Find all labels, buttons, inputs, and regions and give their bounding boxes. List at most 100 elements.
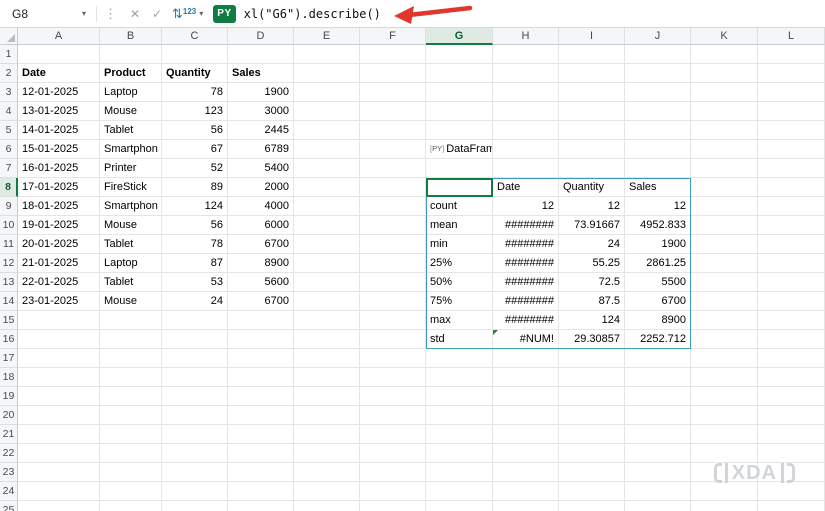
cell-I23[interactable] [559,463,625,482]
row-header-3[interactable]: 3 [0,83,18,102]
cell-G9[interactable]: count [426,197,493,216]
cell-G5[interactable] [426,121,493,140]
cell-C9[interactable]: 124 [162,197,228,216]
cell-B14[interactable]: Mouse [100,292,162,311]
cell-I15[interactable]: 124 [559,311,625,330]
cell-K9[interactable] [691,197,758,216]
cell-D7[interactable]: 5400 [228,159,294,178]
cell-F16[interactable] [360,330,426,349]
cell-A6[interactable]: 15-01-2025 [18,140,100,159]
cell-H23[interactable] [493,463,559,482]
row-header-6[interactable]: 6 [0,140,18,159]
cell-F23[interactable] [360,463,426,482]
cell-A19[interactable] [18,387,100,406]
cell-J17[interactable] [625,349,691,368]
cell-F8[interactable] [360,178,426,197]
cell-A20[interactable] [18,406,100,425]
cell-B20[interactable] [100,406,162,425]
cell-H17[interactable] [493,349,559,368]
cell-E25[interactable] [294,501,360,511]
cell-I20[interactable] [559,406,625,425]
cell-G14[interactable]: 75% [426,292,493,311]
row-header-13[interactable]: 13 [0,273,18,292]
cell-L1[interactable] [758,45,825,64]
cell-B19[interactable] [100,387,162,406]
cell-F25[interactable] [360,501,426,511]
cell-J20[interactable] [625,406,691,425]
cell-D22[interactable] [228,444,294,463]
cell-K18[interactable] [691,368,758,387]
cell-H4[interactable] [493,102,559,121]
cell-I22[interactable] [559,444,625,463]
column-header-I[interactable]: I [559,28,625,45]
column-header-A[interactable]: A [18,28,100,45]
cell-D3[interactable]: 1900 [228,83,294,102]
cell-F24[interactable] [360,482,426,501]
cell-I12[interactable]: 55.25 [559,254,625,273]
cell-I6[interactable] [559,140,625,159]
cell-J11[interactable]: 1900 [625,235,691,254]
cell-F14[interactable] [360,292,426,311]
cell-B17[interactable] [100,349,162,368]
cell-K15[interactable] [691,311,758,330]
cell-K19[interactable] [691,387,758,406]
row-header-19[interactable]: 19 [0,387,18,406]
cell-C6[interactable]: 67 [162,140,228,159]
cell-G20[interactable] [426,406,493,425]
cell-L19[interactable] [758,387,825,406]
cell-D5[interactable]: 2445 [228,121,294,140]
cell-F9[interactable] [360,197,426,216]
cell-L18[interactable] [758,368,825,387]
cell-L10[interactable] [758,216,825,235]
cell-D2[interactable]: Sales [228,64,294,83]
row-header-11[interactable]: 11 [0,235,18,254]
cell-I4[interactable] [559,102,625,121]
row-header-23[interactable]: 23 [0,463,18,482]
cell-I3[interactable] [559,83,625,102]
cell-L24[interactable] [758,482,825,501]
cell-E24[interactable] [294,482,360,501]
cell-J15[interactable]: 8900 [625,311,691,330]
cell-F6[interactable] [360,140,426,159]
cell-E15[interactable] [294,311,360,330]
cell-J25[interactable] [625,501,691,511]
cell-D13[interactable]: 5600 [228,273,294,292]
cell-E7[interactable] [294,159,360,178]
cell-A23[interactable] [18,463,100,482]
cell-E14[interactable] [294,292,360,311]
cell-H25[interactable] [493,501,559,511]
cell-D14[interactable]: 6700 [228,292,294,311]
cell-G21[interactable] [426,425,493,444]
cell-C19[interactable] [162,387,228,406]
cell-K14[interactable] [691,292,758,311]
cell-C11[interactable]: 78 [162,235,228,254]
cell-A4[interactable]: 13-01-2025 [18,102,100,121]
cell-L16[interactable] [758,330,825,349]
cell-H11[interactable]: ######## [493,235,559,254]
cell-F11[interactable] [360,235,426,254]
cell-D6[interactable]: 6789 [228,140,294,159]
cell-D15[interactable] [228,311,294,330]
cell-G8[interactable] [426,178,493,197]
row-header-24[interactable]: 24 [0,482,18,501]
cell-A16[interactable] [18,330,100,349]
column-header-B[interactable]: B [100,28,162,45]
cell-C12[interactable]: 87 [162,254,228,273]
cell-C20[interactable] [162,406,228,425]
cell-D1[interactable] [228,45,294,64]
column-header-E[interactable]: E [294,28,360,45]
cell-L14[interactable] [758,292,825,311]
cell-G24[interactable] [426,482,493,501]
cell-H19[interactable] [493,387,559,406]
cell-K7[interactable] [691,159,758,178]
cell-A25[interactable] [18,501,100,511]
cell-J1[interactable] [625,45,691,64]
cell-J9[interactable]: 12 [625,197,691,216]
row-header-15[interactable]: 15 [0,311,18,330]
cell-F3[interactable] [360,83,426,102]
cell-D4[interactable]: 3000 [228,102,294,121]
cell-B4[interactable]: Mouse [100,102,162,121]
cell-K2[interactable] [691,64,758,83]
row-header-2[interactable]: 2 [0,64,18,83]
cell-H24[interactable] [493,482,559,501]
